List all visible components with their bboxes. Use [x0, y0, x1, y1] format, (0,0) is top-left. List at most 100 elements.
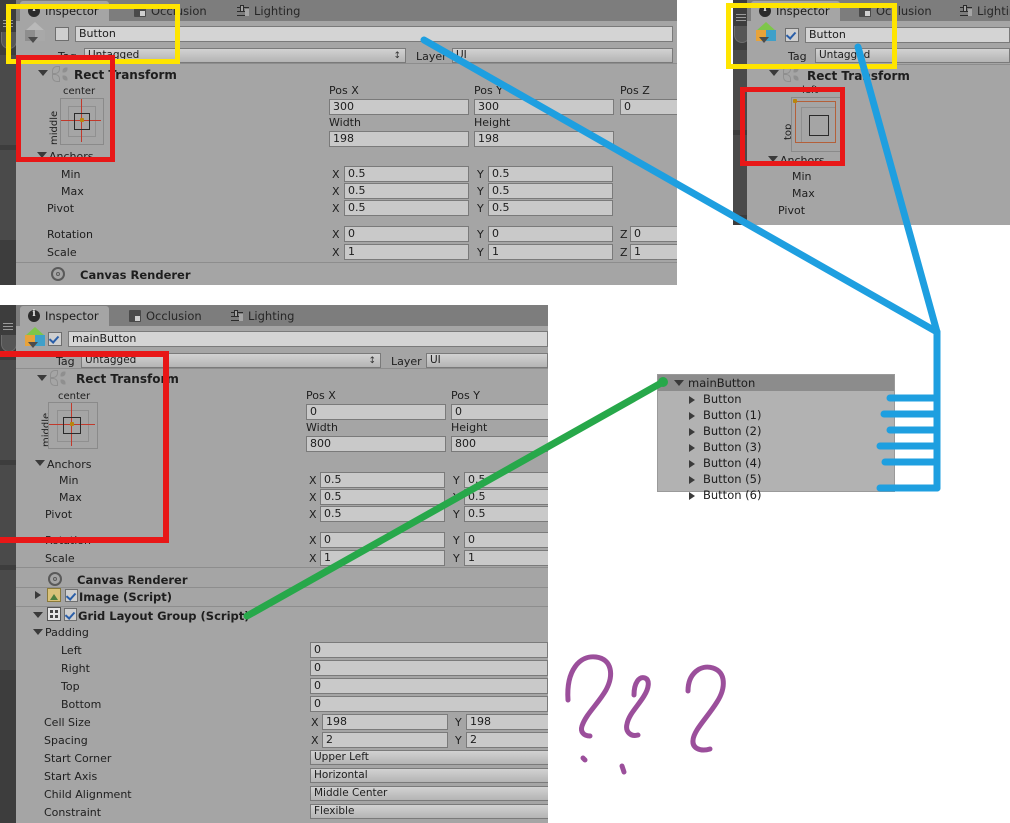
hierarchy-label: Button (6) — [703, 488, 762, 502]
anchor-preset-widget[interactable] — [48, 402, 98, 449]
collapse-triangle-icon[interactable] — [689, 412, 695, 420]
start-corner-dropdown[interactable]: Upper Left — [310, 750, 548, 765]
hamburger-icon[interactable] — [3, 323, 13, 331]
object-name-field[interactable]: mainButton — [68, 331, 548, 347]
anchor-min-x-field[interactable]: 0.5 — [320, 472, 445, 488]
rotation-x-field[interactable]: 0 — [344, 226, 469, 242]
scale-y-axis-label: Y — [477, 246, 484, 259]
constraint-dropdown[interactable]: Flexible — [310, 804, 548, 819]
rail-nub — [1, 335, 17, 352]
cell-size-y-field[interactable]: 198 — [466, 714, 548, 730]
rect-transform-foldout[interactable] — [37, 375, 47, 381]
lighting-icon — [231, 310, 243, 322]
collapse-triangle-icon[interactable] — [689, 396, 695, 404]
pos-x-label: Pos X — [306, 389, 336, 402]
anchor-max-y-field[interactable]: 0.5 — [488, 183, 613, 199]
grid-enabled-checkbox[interactable] — [64, 608, 77, 621]
width-field[interactable]: 198 — [329, 131, 469, 147]
min-y-axis-label: Y — [453, 474, 460, 487]
anchor-max-x-field[interactable]: 0.5 — [320, 489, 445, 505]
rotation-z-field[interactable]: 0 — [630, 226, 677, 242]
collapse-triangle-icon[interactable] — [689, 428, 695, 436]
anchor-min-y-field[interactable]: 0.5 — [464, 472, 548, 488]
height-field[interactable]: 198 — [474, 131, 614, 147]
pivot-x-field[interactable]: 0.5 — [320, 506, 445, 522]
scale-x-field[interactable]: 1 — [344, 244, 469, 260]
spacing-x-field[interactable]: 2 — [322, 732, 448, 748]
rotation-y-field[interactable]: 0 — [488, 226, 613, 242]
layer-dropdown[interactable]: UI — [452, 48, 673, 63]
pos-x-field[interactable]: 0 — [306, 404, 446, 420]
highlight-box-red-top-left — [16, 55, 115, 162]
pivot-y-field[interactable]: 0.5 — [488, 200, 613, 216]
hierarchy-row-child[interactable]: Button (2) — [658, 423, 894, 439]
tag-dropdown[interactable]: Untagged ↕ — [81, 353, 381, 368]
rot-x-axis-label: X — [332, 228, 340, 241]
scale-z-field[interactable]: 1 — [630, 244, 677, 260]
tab-lighting[interactable]: Lighting — [223, 306, 304, 326]
start-corner-value: Upper Left — [314, 751, 369, 763]
rotation-x-field[interactable]: 0 — [320, 532, 445, 548]
anchors-foldout[interactable] — [35, 460, 45, 466]
pos-y-field[interactable]: 0 — [451, 404, 548, 420]
tag-layer-row: Tag Untagged ↕ Layer UI — [16, 350, 548, 370]
pos-z-field[interactable]: 0 — [620, 99, 677, 115]
tab-occlusion[interactable]: Occlusion — [121, 306, 212, 326]
tab-lighting[interactable]: Lighting — [952, 1, 1010, 21]
hierarchy-label: Button (1) — [703, 408, 762, 422]
lighting-icon — [960, 5, 972, 17]
tab-lighting[interactable]: Lighting — [229, 1, 310, 21]
anchor-min-y-field[interactable]: 0.5 — [488, 166, 613, 182]
hierarchy-row-child[interactable]: Button (6) — [658, 487, 894, 503]
padding-top-field[interactable]: 0 — [310, 678, 548, 694]
gameobject-enabled-checkbox[interactable] — [48, 332, 62, 346]
hierarchy-row-child[interactable]: Button — [658, 391, 894, 407]
hierarchy-row-child[interactable]: Button (5) — [658, 471, 894, 487]
pos-x-field[interactable]: 300 — [329, 99, 469, 115]
pivot-label: Pivot — [778, 204, 806, 217]
rotation-y-field[interactable]: 0 — [464, 532, 548, 548]
pivot-y-field[interactable]: 0.5 — [464, 506, 548, 522]
grid-layout-foldout[interactable] — [33, 612, 43, 618]
padding-right-field[interactable]: 0 — [310, 660, 548, 676]
scale-x-field[interactable]: 1 — [320, 550, 445, 566]
hierarchy-row-child[interactable]: Button (3) — [658, 439, 894, 455]
collapse-triangle-icon[interactable] — [689, 476, 695, 484]
cell-size-x-field[interactable]: 198 — [322, 714, 448, 730]
hierarchy-row-child[interactable]: Button (1) — [658, 407, 894, 423]
anchor-min-x-field[interactable]: 0.5 — [344, 166, 469, 182]
layer-dropdown[interactable]: UI — [426, 353, 548, 368]
padding-left-field[interactable]: 0 — [310, 642, 548, 658]
height-field[interactable]: 800 — [451, 436, 548, 452]
hierarchy-label: Button (3) — [703, 440, 762, 454]
spacing-y-field[interactable]: 2 — [466, 732, 548, 748]
image-component-foldout[interactable] — [35, 591, 41, 599]
pivot-x-field[interactable]: 0.5 — [344, 200, 469, 216]
cell-size-label: Cell Size — [44, 716, 91, 729]
tab-label: Occlusion — [146, 309, 202, 323]
hierarchy-row-root[interactable]: mainButton — [658, 375, 894, 391]
collapse-triangle-icon[interactable] — [689, 444, 695, 452]
scale-y-field[interactable]: 1 — [464, 550, 548, 566]
rotation-label: Rotation — [45, 534, 92, 547]
pivot-label: Pivot — [45, 508, 73, 521]
start-axis-dropdown[interactable]: Horizontal — [310, 768, 548, 783]
width-field[interactable]: 800 — [306, 436, 446, 452]
spacing-y-axis-label: Y — [455, 734, 462, 747]
anchor-max-x-field[interactable]: 0.5 — [344, 183, 469, 199]
padding-bottom-field[interactable]: 0 — [310, 696, 548, 712]
tab-inspector[interactable]: Inspector — [20, 306, 109, 326]
collapse-triangle-icon[interactable] — [689, 460, 695, 468]
expand-triangle-icon[interactable] — [674, 380, 684, 386]
image-enabled-checkbox[interactable] — [65, 589, 78, 602]
hierarchy-row-child[interactable]: Button (4) — [658, 455, 894, 471]
anchor-max-y-field[interactable]: 0.5 — [464, 489, 548, 505]
scale-y-field[interactable]: 1 — [488, 244, 613, 260]
rect-transform-foldout[interactable] — [769, 70, 779, 76]
padding-foldout[interactable] — [33, 629, 43, 635]
pos-y-field[interactable]: 300 — [474, 99, 614, 115]
cell-y-axis-label: Y — [455, 716, 462, 729]
hierarchy-label: Button (5) — [703, 472, 762, 486]
collapse-triangle-icon[interactable] — [689, 492, 695, 500]
child-alignment-dropdown[interactable]: Middle Center — [310, 786, 548, 801]
